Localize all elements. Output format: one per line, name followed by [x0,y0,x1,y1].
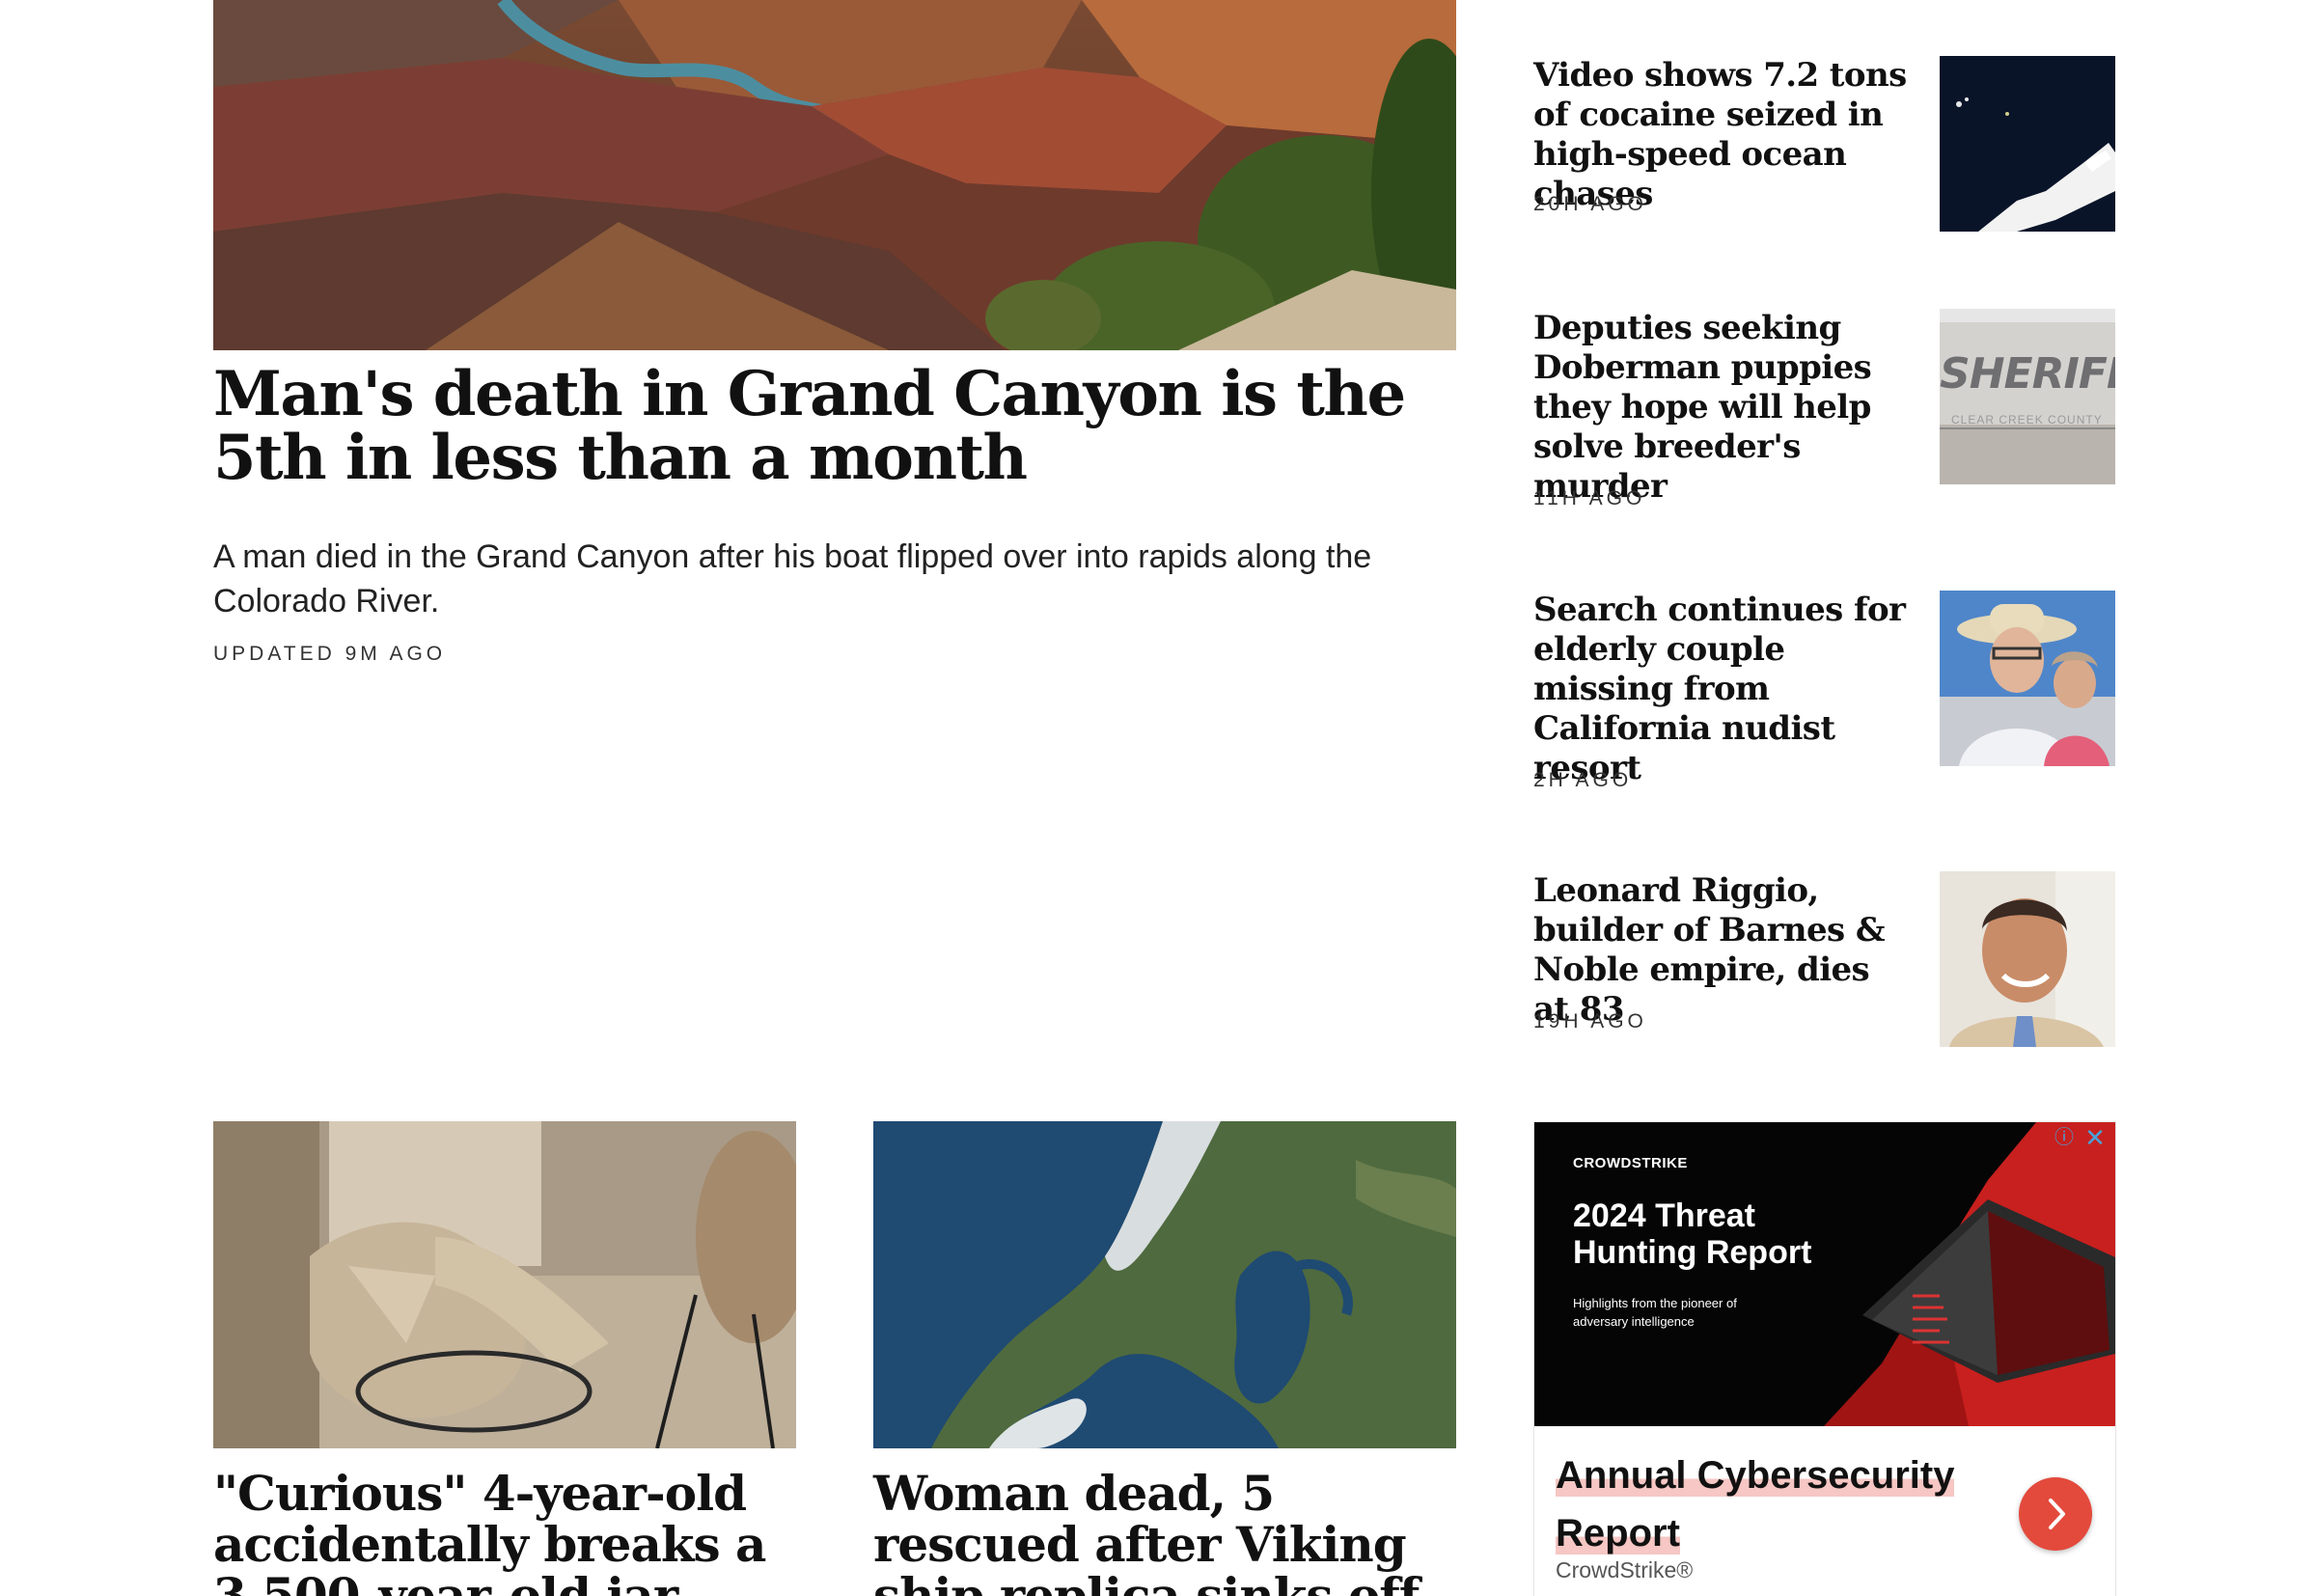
ad-brand-logo: CROWDSTRIKE [1573,1155,1688,1171]
hero-summary: A man died in the Grand Canyon after his… [213,538,1372,619]
story-card[interactable]: Woman dead, 5 rescued after Viking ship … [873,1121,1456,1596]
sidebar-story-title[interactable]: Leonard Riggio, builder of Barnes & Nobl… [1533,871,1910,1030]
sidebar-story[interactable]: Search continues for elderly couple miss… [1533,591,2116,803]
sidebar-story-thumbnail[interactable] [1940,591,2115,766]
sidebar-story-title[interactable]: Deputies seeking Doberman puppies they h… [1533,309,1910,507]
sidebar-story-thumbnail[interactable]: SHERIFF CLEAR CREEK COUNTY [1940,309,2115,484]
ad-headline-text[interactable]: Annual Cybersecurity Report [1556,1454,1955,1555]
story-card-title[interactable]: Woman dead, 5 rescued after Viking ship … [873,1468,1472,1596]
sidebar-story[interactable]: Leonard Riggio, builder of Barnes & Nobl… [1533,871,2116,1055]
info-icon[interactable]: ⓘ [2052,1125,2077,1150]
story-card-image[interactable] [213,1121,796,1448]
ad-heading: 2024 Threat Hunting Report [1573,1197,1812,1271]
sidebar-story[interactable]: Deputies seeking Doberman puppies they h… [1533,309,2116,521]
close-icon[interactable]: ✕ [2081,1125,2109,1150]
sidebar-story-thumbnail[interactable] [1940,871,2115,1047]
ad-subheading: Highlights from the pioneer of adversary… [1573,1296,1737,1329]
sidebar-story-timestamp: 2H AGO [1533,769,1633,791]
ad-banner[interactable]: CROWDSTRIKE 2024 Threat Hunting Report H… [1534,1122,2115,1426]
sidebar-story-thumbnail[interactable] [1940,56,2115,232]
story-card-title[interactable]: "Curious" 4-year-old accidentally breaks… [213,1468,812,1596]
story-card[interactable]: "Curious" 4-year-old accidentally breaks… [213,1121,796,1596]
ad-advertiser: CrowdStrike® [1556,1557,1694,1582]
ad-cta-button[interactable] [2019,1477,2092,1551]
hero-headline[interactable]: Man's death in Grand Canyon is the 5th i… [213,363,1468,490]
sidebar-story-title[interactable]: Search continues for elderly couple miss… [1533,591,1910,788]
ad-headline[interactable]: Annual Cybersecurity Report [1556,1446,2009,1562]
sidebar-story[interactable]: Video shows 7.2 tons of cocaine seized i… [1533,56,2116,239]
sidebar-story-timestamp: 20H AGO [1533,193,1647,215]
chevron-right-icon [2049,1499,2065,1529]
sidebar-story-timestamp: 19H AGO [1533,1010,1647,1032]
thumbnail-subtext: CLEAR CREEK COUNTY [1951,413,2103,427]
hero-timestamp: UPDATED 9M AGO [213,643,447,665]
story-card-image[interactable] [873,1121,1456,1448]
sidebar-story-timestamp: 11H AGO [1533,487,1646,509]
sidebar-story-title[interactable]: Video shows 7.2 tons of cocaine seized i… [1533,56,1910,214]
advertisement[interactable]: CROWDSTRIKE 2024 Threat Hunting Report H… [1533,1121,2116,1596]
thumbnail-text: SHERIFF [1940,349,2115,399]
hero-image[interactable] [213,0,1456,350]
